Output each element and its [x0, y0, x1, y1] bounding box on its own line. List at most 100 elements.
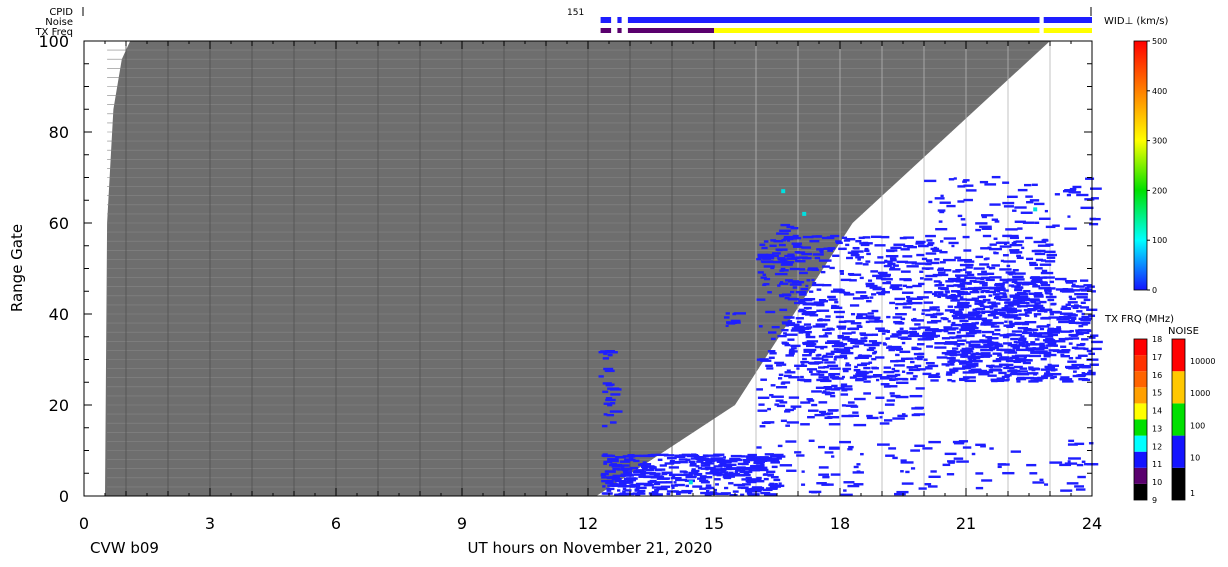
scatter-cell	[878, 329, 889, 333]
scatter-cell	[879, 416, 883, 419]
scatter-cell	[886, 249, 895, 253]
scatter-cell	[1034, 252, 1046, 256]
scatter-cell	[787, 338, 795, 341]
scatter-cell	[964, 263, 974, 267]
scatter-cell	[930, 470, 937, 473]
scatter-cell	[807, 267, 818, 270]
txfreq-colorbar-label: 10	[1152, 478, 1162, 487]
scatter-cell	[906, 265, 919, 268]
scatter-cell	[1059, 289, 1072, 293]
scatter-cell	[822, 354, 828, 358]
scatter-cell	[932, 247, 939, 251]
scatter-cell	[961, 223, 967, 226]
scatter-cell	[935, 227, 948, 231]
scatter-cell	[1044, 250, 1056, 254]
scatter-cell	[605, 397, 613, 400]
scatter-cell	[969, 290, 980, 294]
scatter-cell	[611, 465, 625, 468]
scatter-cell	[846, 256, 853, 260]
noise-colorbar-label: 1	[1190, 489, 1195, 498]
scatter-cell	[956, 460, 969, 463]
scatter-cell	[1062, 380, 1074, 383]
scatter-cell-teal	[781, 189, 786, 194]
scatter-cell	[1010, 337, 1019, 341]
scatter-cell	[814, 361, 824, 364]
scatter-cell	[953, 311, 963, 315]
scatter-cell	[840, 383, 848, 386]
scatter-cell	[1004, 316, 1016, 319]
scatter-cell	[828, 373, 836, 377]
scatter-cell	[975, 321, 979, 325]
scatter-cell	[820, 270, 826, 274]
scatter-cell	[723, 316, 730, 319]
scatter-cell	[932, 306, 940, 309]
scatter-cell	[714, 478, 721, 481]
scatter-cell	[977, 355, 984, 358]
scatter-cell	[770, 337, 776, 341]
scatter-cell	[835, 315, 844, 319]
scatter-cell	[1021, 322, 1030, 326]
scatter-cell	[886, 399, 896, 402]
scatter-cell	[933, 280, 941, 283]
scatter-cell	[809, 290, 814, 293]
txfreq-colorbar: 9 10 11 12 13 14 15 16 17 18	[1133, 335, 1162, 505]
scatter-cell	[1039, 342, 1045, 346]
scatter-cell	[783, 374, 792, 378]
txfreq-colorbar-cell	[1134, 435, 1147, 452]
scatter-cell	[860, 294, 868, 298]
scatter-cell	[706, 486, 713, 490]
scatter-cell	[805, 335, 816, 339]
noise-colorbar-cell	[1172, 467, 1185, 500]
scatter-cell	[790, 344, 801, 348]
scatter-cell	[972, 358, 977, 362]
scatter-cell	[899, 350, 911, 354]
scatter-cell	[785, 333, 798, 336]
scatter-cell	[938, 267, 945, 270]
scatter-cell	[1012, 209, 1017, 212]
scatter-cell	[776, 386, 788, 389]
scatter-cell	[1021, 246, 1025, 250]
scatter-cell	[852, 345, 860, 348]
scatter-cell	[1002, 471, 1015, 475]
scatter-cell	[705, 484, 712, 487]
scatter-cell	[1025, 346, 1029, 350]
scatter-cell	[841, 404, 847, 407]
scatter-cell	[1040, 271, 1054, 275]
txfreq-colorbar-cell	[1134, 339, 1147, 356]
scatter-cell	[889, 286, 900, 289]
scatter-cell	[1040, 358, 1047, 361]
scatter-cell	[1031, 183, 1038, 187]
scatter-cell	[902, 306, 912, 309]
scatter-cell	[792, 407, 796, 410]
scatter-cell	[661, 471, 673, 474]
scatter-cell	[1088, 442, 1094, 445]
scatter-cell	[957, 200, 965, 203]
scatter-cell	[1068, 439, 1075, 443]
scatter-cell	[756, 257, 762, 261]
scatter-cell	[863, 366, 871, 370]
scatter-cell	[870, 270, 879, 273]
scatter-cell	[827, 247, 836, 250]
scatter-cell	[638, 475, 650, 478]
scatter-cell	[756, 476, 762, 480]
noise-colorbar-label: 100	[1190, 421, 1205, 430]
scatter-cell	[602, 390, 609, 394]
scatter-cell	[830, 290, 840, 293]
scatter-cell	[956, 331, 961, 334]
scatter-cell	[725, 473, 732, 476]
scatter-cell	[899, 278, 912, 281]
scatter-cell	[1016, 380, 1021, 383]
scatter-cell	[1003, 260, 1016, 263]
scatter-cell	[889, 301, 896, 305]
scatter-cell	[759, 243, 766, 246]
scatter-cell	[990, 368, 1002, 371]
scatter-cell	[801, 312, 811, 316]
x-tick-label: 18	[830, 514, 850, 533]
scatter-cell	[965, 332, 972, 335]
scatter-cell	[815, 386, 825, 390]
scatter-cell	[1069, 187, 1077, 191]
scatter-cell	[835, 355, 844, 358]
y-tick-label: 60	[49, 214, 69, 233]
scatter-cell	[601, 424, 608, 428]
scatter-cell	[602, 357, 610, 360]
